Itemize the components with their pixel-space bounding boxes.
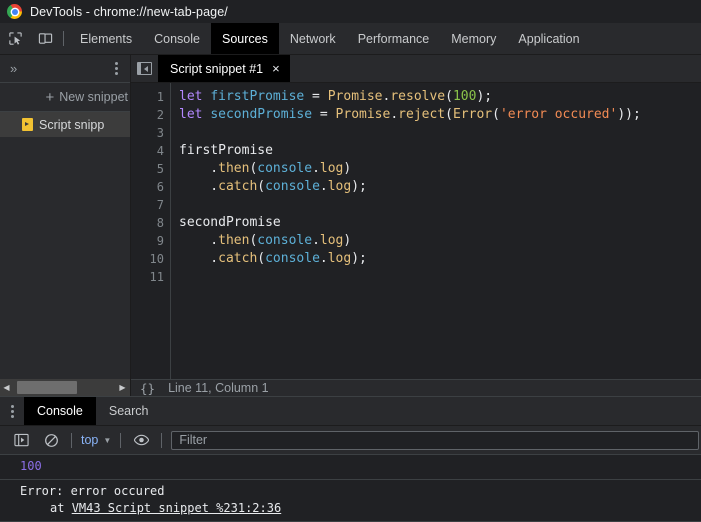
line-number: 5 — [156, 162, 164, 176]
line-number: 7 — [156, 198, 164, 212]
editor-tab-script-snippet-1[interactable]: Script snippet #1 × — [158, 55, 290, 82]
drawer-tab-search[interactable]: Search — [96, 397, 162, 425]
toolbar-divider — [161, 432, 163, 448]
line-number: 11 — [149, 270, 164, 284]
code-line: .catch(console.log); — [179, 179, 367, 194]
plus-icon: + — [45, 88, 55, 106]
chrome-logo-icon — [7, 4, 22, 19]
tab-memory[interactable]: Memory — [440, 23, 507, 54]
tab-application[interactable]: Application — [507, 23, 590, 54]
console-result-value: 100 — [20, 459, 42, 473]
devtools-window: DevTools - chrome://new-tab-page/ Elemen… — [0, 0, 701, 522]
tab-network[interactable]: Network — [279, 23, 347, 54]
new-snippet-button[interactable]: + New snippet — [0, 83, 130, 112]
code-line: firstPromise — [179, 143, 273, 158]
js-file-icon — [22, 118, 33, 131]
line-number: 4 — [156, 144, 164, 158]
console-drawer: Console Search top ▼ Filter 100 Error: e… — [0, 396, 701, 522]
code-content[interactable]: let firstPromise = Promise.resolve(100);… — [171, 83, 701, 379]
code-line — [179, 196, 701, 214]
scrollbar-thumb[interactable] — [17, 381, 77, 394]
live-expression-icon[interactable] — [126, 426, 156, 455]
new-snippet-label: New snippet — [59, 90, 128, 104]
sources-panel: » + New snippet Script snipp Script snip… — [0, 55, 701, 379]
scroll-left-arrow-icon[interactable]: ◀ — [0, 383, 13, 392]
cursor-position-label: Line 11, Column 1 — [168, 381, 269, 395]
code-line: .then(console.log) — [179, 233, 352, 248]
editor-status-row: ◀ ▶ {} Line 11, Column 1 — [0, 379, 701, 396]
inspect-element-icon[interactable] — [0, 23, 30, 54]
line-number: 2 — [156, 108, 164, 122]
code-line: let firstPromise = Promise.resolve(100); — [179, 89, 493, 104]
editor-tab-bar: Script snippet #1 × — [131, 55, 701, 83]
code-line: .catch(console.log); — [179, 251, 367, 266]
main-toolbar: Elements Console Sources Network Perform… — [0, 23, 701, 55]
drawer-tab-bar: Console Search — [0, 397, 701, 426]
error-text: Error: error occured — [20, 484, 165, 498]
device-toolbar-icon[interactable] — [30, 23, 60, 54]
line-number: 6 — [156, 180, 164, 194]
stack-source-link[interactable]: VM43 Script snippet %231:2:36 — [72, 501, 282, 515]
console-message-error[interactable]: Error: error occured at VM43 Script snip… — [0, 480, 701, 522]
clear-console-icon[interactable] — [36, 426, 66, 455]
show-navigator-icon[interactable] — [131, 55, 158, 82]
stack-prefix: at — [50, 501, 72, 515]
navigator-empty-area — [0, 137, 130, 379]
execution-context-value: top — [81, 433, 99, 447]
console-filter-input[interactable]: Filter — [171, 430, 699, 450]
execution-context-selector[interactable]: top ▼ — [77, 433, 115, 447]
navigator-sidebar: » + New snippet Script snipp — [0, 55, 131, 379]
editor-column: Script snippet #1 × 1 2 3 4 5 6 7 8 9 10 11 let fi… — [131, 55, 701, 379]
kebab-menu-icon[interactable] — [111, 59, 122, 78]
tab-console[interactable]: Console — [143, 23, 211, 54]
tab-performance[interactable]: Performance — [347, 23, 441, 54]
line-number: 8 — [156, 216, 164, 230]
code-line — [179, 124, 701, 142]
toolbar-divider — [71, 432, 72, 448]
line-number: 10 — [149, 252, 164, 266]
error-stack-line: at VM43 Script snippet %231:2:36 — [20, 500, 701, 517]
toolbar-divider — [63, 31, 64, 46]
drawer-tab-console[interactable]: Console — [24, 397, 96, 425]
horizontal-scrollbar[interactable]: ◀ ▶ — [0, 379, 131, 396]
console-messages: 100 Error: error occured at VM43 Script … — [0, 455, 701, 522]
sidebar-item-label: Script snipp — [39, 117, 105, 132]
console-toolbar: top ▼ Filter — [0, 426, 701, 455]
kebab-menu-icon[interactable] — [0, 397, 24, 425]
code-line — [179, 268, 701, 286]
pretty-print-icon[interactable]: {} — [140, 381, 155, 396]
navigator-header: » — [0, 55, 130, 83]
line-number: 9 — [156, 234, 164, 248]
close-icon[interactable]: × — [272, 62, 280, 75]
tab-elements[interactable]: Elements — [69, 23, 143, 54]
editor-status-bar: {} Line 11, Column 1 — [131, 379, 701, 396]
window-title: DevTools - chrome://new-tab-page/ — [30, 4, 228, 19]
sidebar-item-script-snippet[interactable]: Script snipp — [0, 112, 130, 137]
double-chevron-right-icon[interactable]: » — [10, 61, 17, 76]
line-number: 1 — [156, 90, 164, 104]
filter-placeholder: Filter — [179, 433, 208, 447]
editor-tab-label: Script snippet #1 — [170, 61, 264, 76]
code-editor[interactable]: 1 2 3 4 5 6 7 8 9 10 11 let firstPromise = Promise… — [131, 83, 701, 379]
chevron-down-icon: ▼ — [103, 435, 112, 445]
tab-sources[interactable]: Sources — [210, 23, 279, 54]
scroll-right-arrow-icon[interactable]: ▶ — [116, 383, 129, 392]
console-sidebar-icon[interactable] — [6, 426, 36, 455]
code-line: let secondPromise = Promise.reject(Error… — [179, 107, 641, 122]
console-message-result[interactable]: 100 — [0, 455, 701, 480]
line-number-gutter: 1 2 3 4 5 6 7 8 9 10 11 — [131, 83, 171, 379]
code-line: secondPromise — [179, 215, 281, 230]
title-bar: DevTools - chrome://new-tab-page/ — [0, 0, 701, 23]
toolbar-divider — [120, 432, 122, 448]
code-line: .then(console.log) — [179, 161, 352, 176]
line-number: 3 — [156, 126, 164, 140]
